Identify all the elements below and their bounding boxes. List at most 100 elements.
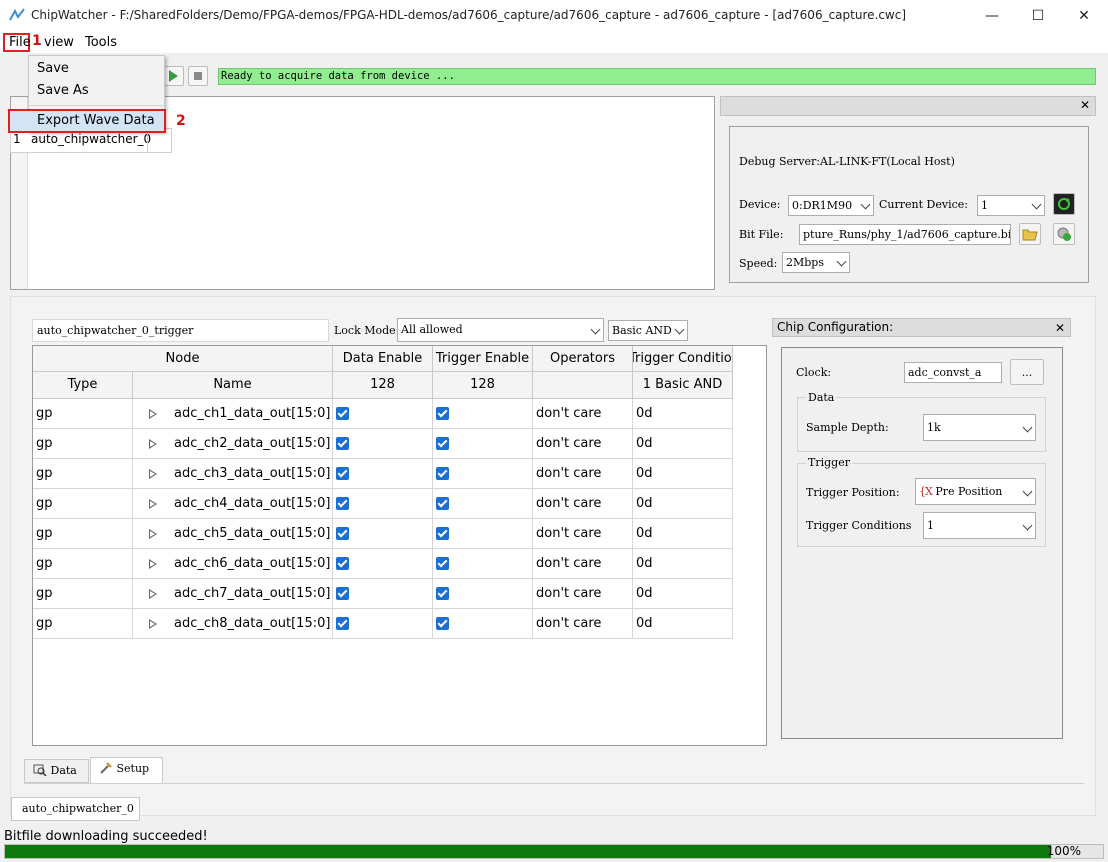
data-enable-checkbox[interactable] xyxy=(336,437,349,450)
node-name-cell[interactable]: adc_ch2_data_out[15:0] xyxy=(133,429,333,459)
maximize-button[interactable]: ☐ xyxy=(1015,0,1061,31)
operator-cell[interactable]: don't care xyxy=(533,429,633,459)
refresh-device-button[interactable] xyxy=(1053,193,1075,215)
basic-and-value: Basic AND xyxy=(612,324,672,337)
menu-file[interactable]: File xyxy=(9,35,31,50)
expand-arrow-icon[interactable] xyxy=(149,619,157,629)
data-enable-checkbox[interactable] xyxy=(336,497,349,510)
run-button[interactable] xyxy=(164,66,184,86)
debug-panel-close-icon[interactable]: ✕ xyxy=(1080,98,1090,112)
node-name: adc_ch8_data_out[15:0] xyxy=(174,616,331,631)
device-label: Device: xyxy=(739,198,781,211)
trigger-name-field[interactable]: auto_chipwatcher_0_trigger xyxy=(32,319,329,342)
node-name-cell[interactable]: adc_ch1_data_out[15:0] xyxy=(133,399,333,429)
chevron-down-icon xyxy=(674,324,685,335)
condition-cell[interactable]: 0d xyxy=(633,549,733,579)
node-name: adc_ch3_data_out[15:0] xyxy=(174,466,331,481)
operator-cell[interactable]: don't care xyxy=(533,579,633,609)
trigger-enable-checkbox[interactable] xyxy=(436,557,449,570)
operator-cell[interactable]: don't care xyxy=(533,459,633,489)
chip-config-close-icon[interactable]: ✕ xyxy=(1055,320,1065,337)
condition-cell[interactable]: 0d xyxy=(633,609,733,639)
expand-arrow-icon[interactable] xyxy=(149,409,157,419)
trigger-enable-checkbox[interactable] xyxy=(436,497,449,510)
condition-cell[interactable]: 0d xyxy=(633,429,733,459)
tab-auto-chipwatcher[interactable]: auto_chipwatcher_0 xyxy=(11,797,140,821)
data-enable-cell xyxy=(333,609,433,639)
menu-item-export-wave-data[interactable]: Export Wave Data xyxy=(8,109,166,133)
condition-cell[interactable]: 0d xyxy=(633,459,733,489)
node-type: gp xyxy=(33,519,133,549)
menu-tools[interactable]: Tools xyxy=(85,35,117,50)
menu-view[interactable]: view xyxy=(44,35,74,50)
node-name-cell[interactable]: adc_ch6_data_out[15:0] xyxy=(133,549,333,579)
tab-data[interactable]: Data xyxy=(24,759,89,783)
data-enable-checkbox[interactable] xyxy=(336,557,349,570)
expand-arrow-icon[interactable] xyxy=(149,439,157,449)
trigger-enable-checkbox[interactable] xyxy=(436,407,449,420)
speed-select[interactable]: 2Mbps xyxy=(782,252,850,273)
data-enable-checkbox[interactable] xyxy=(336,407,349,420)
magnifier-icon xyxy=(33,764,47,777)
device-select[interactable]: 0:DR1M90 xyxy=(788,195,874,216)
close-button[interactable]: ✕ xyxy=(1061,0,1107,31)
clock-field[interactable]: adc_convst_a xyxy=(904,362,1002,383)
lock-mode-select[interactable]: All allowed xyxy=(397,318,604,342)
operator-cell[interactable]: don't care xyxy=(533,519,633,549)
browse-bit-file-button[interactable] xyxy=(1019,223,1041,245)
expand-arrow-icon[interactable] xyxy=(149,559,157,569)
node-name-cell[interactable]: adc_ch5_data_out[15:0] xyxy=(133,519,333,549)
sample-depth-select[interactable]: 1k xyxy=(923,414,1036,441)
status-message: Bitfile downloading succeeded! xyxy=(4,829,208,844)
menu-item-save[interactable]: Save xyxy=(37,61,69,76)
trigger-enable-checkbox[interactable] xyxy=(436,587,449,600)
condition-cell[interactable]: 0d xyxy=(633,399,733,429)
trigger-enable-cell xyxy=(433,429,533,459)
condition-cell[interactable]: 0d xyxy=(633,519,733,549)
menu-item-save-as[interactable]: Save As xyxy=(37,83,89,98)
sample-depth-label: Sample Depth: xyxy=(806,421,889,434)
node-name-cell[interactable]: adc_ch3_data_out[15:0] xyxy=(133,459,333,489)
node-name-cell[interactable]: adc_ch8_data_out[15:0] xyxy=(133,609,333,639)
data-enable-checkbox[interactable] xyxy=(336,467,349,480)
node-name-cell[interactable]: adc_ch4_data_out[15:0] xyxy=(133,489,333,519)
data-enable-checkbox[interactable] xyxy=(336,527,349,540)
operator-cell[interactable]: don't care xyxy=(533,549,633,579)
debug-server-label: Debug Server:AL-LINK-FT(Local Host) xyxy=(739,155,955,168)
trigger-position-select[interactable]: {X Pre Position xyxy=(915,478,1036,505)
minimize-button[interactable]: — xyxy=(969,0,1015,31)
condition-cell[interactable]: 0d xyxy=(633,489,733,519)
progress-percent: 100% xyxy=(1046,844,1081,858)
trigger-conditions-select[interactable]: 1 xyxy=(923,512,1036,539)
grid-subheader-2: 128 xyxy=(333,372,433,399)
clock-browse-button[interactable]: ... xyxy=(1010,359,1044,385)
chevron-down-icon xyxy=(860,199,871,210)
debug-server-label-text: Debug Server: xyxy=(739,155,820,168)
operator-cell[interactable]: don't care xyxy=(533,609,633,639)
trigger-enable-checkbox[interactable] xyxy=(436,527,449,540)
expand-arrow-icon[interactable] xyxy=(149,529,157,539)
trigger-enable-cell xyxy=(433,579,533,609)
tab-setup[interactable]: Setup xyxy=(90,757,163,783)
trigger-enable-checkbox[interactable] xyxy=(436,617,449,630)
condition-cell[interactable]: 0d xyxy=(633,579,733,609)
data-enable-checkbox[interactable] xyxy=(336,587,349,600)
download-bit-button[interactable] xyxy=(1053,223,1075,245)
expand-arrow-icon[interactable] xyxy=(149,589,157,599)
current-device-select[interactable]: 1 xyxy=(977,195,1045,216)
operator-cell[interactable]: don't care xyxy=(533,489,633,519)
expand-arrow-icon[interactable] xyxy=(149,469,157,479)
stop-icon xyxy=(194,72,202,80)
data-enable-checkbox[interactable] xyxy=(336,617,349,630)
basic-and-select[interactable]: Basic AND xyxy=(608,320,688,341)
stop-button[interactable] xyxy=(188,66,208,86)
grid-header-3: Operators xyxy=(533,346,633,372)
trigger-enable-checkbox[interactable] xyxy=(436,467,449,480)
device-value: 0:DR1M90 xyxy=(792,199,853,212)
bit-file-input[interactable]: pture_Runs/phy_1/ad7606_capture.bit xyxy=(799,224,1011,245)
operator-cell[interactable]: don't care xyxy=(533,399,633,429)
menu-bar: File 1 view Tools xyxy=(0,31,1108,53)
trigger-enable-checkbox[interactable] xyxy=(436,437,449,450)
node-name-cell[interactable]: adc_ch7_data_out[15:0] xyxy=(133,579,333,609)
expand-arrow-icon[interactable] xyxy=(149,499,157,509)
